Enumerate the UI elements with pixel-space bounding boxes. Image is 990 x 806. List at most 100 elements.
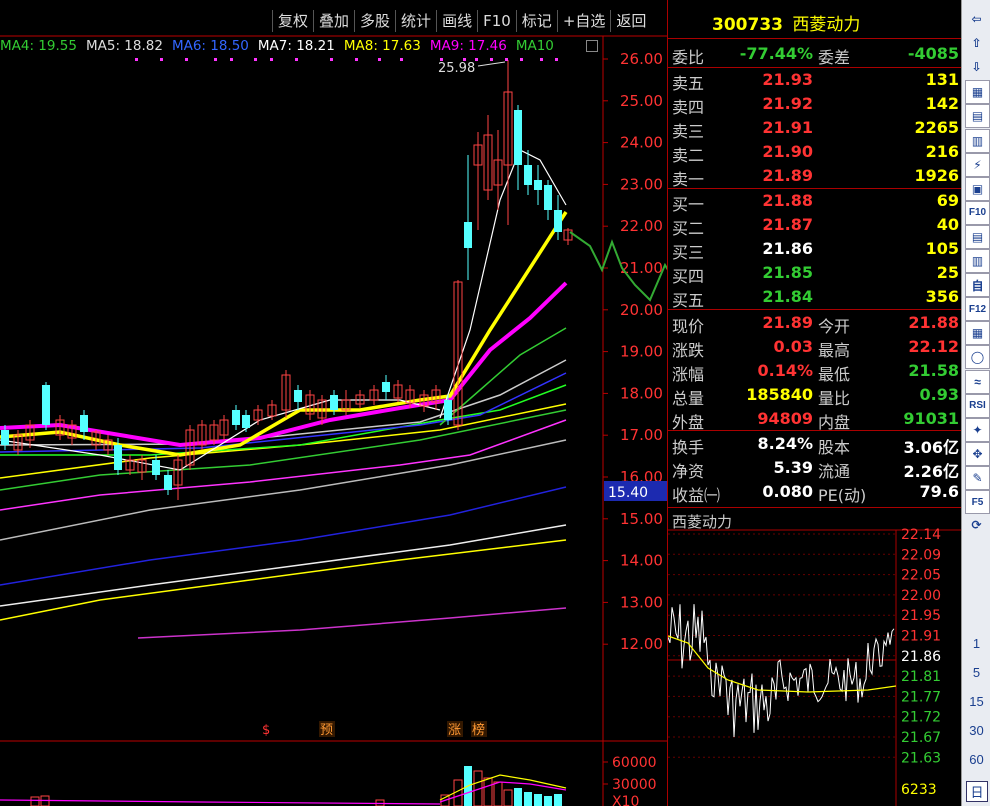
bid-level-label: 买五 <box>672 291 705 310</box>
ask-row[interactable]: 卖五 21.93 131 <box>668 68 961 93</box>
down-arrow-icon[interactable]: ⇩ <box>965 56 988 78</box>
legend-toggle[interactable] <box>586 40 598 52</box>
current-price-label: 15.40 <box>608 485 648 501</box>
ask-row[interactable]: 卖四 21.92 142 <box>668 92 961 117</box>
period-button[interactable]: 60 <box>962 752 990 767</box>
period-button[interactable]: 30 <box>962 723 990 738</box>
grid-icon[interactable]: ▦ <box>965 80 990 105</box>
multi-stock-button[interactable]: 多股 <box>354 10 395 32</box>
stat-value: 94809 <box>757 409 813 428</box>
weicha-label: 委差 <box>818 48 851 67</box>
ma-legend-item: MA5: 18.82 <box>85 38 163 54</box>
bid-row[interactable]: 买二 21.87 40 <box>668 213 961 238</box>
rsi-icon[interactable]: RSI <box>965 393 990 418</box>
star-icon[interactable]: ✦ <box>965 417 990 442</box>
candle-body <box>152 460 160 475</box>
stat-row[interactable]: 总量 185840 量比 0.93 <box>668 383 961 408</box>
ask-row[interactable]: 卖一 21.89 1926 <box>668 164 961 189</box>
box-icon[interactable]: ▣ <box>965 176 990 201</box>
intraday-canvas[interactable]: 22.14 22.09 22.05 22.00 21.95 21.91 21.86 21.81… <box>668 508 961 806</box>
candle-icon[interactable]: ⚡ <box>965 152 990 177</box>
ma-dot <box>463 58 466 61</box>
f5-icon[interactable]: F5 <box>965 490 990 514</box>
f10-button[interactable]: F10 <box>477 10 516 32</box>
f12-icon[interactable]: F12 <box>965 297 990 322</box>
f10-icon[interactable]: F10 <box>965 200 990 225</box>
stock-code: 300733 <box>712 15 783 35</box>
candle-body <box>444 400 452 420</box>
add-watchlist-button[interactable]: +自选 <box>556 10 611 32</box>
bid-row[interactable]: 买五 21.84 356 <box>668 285 961 310</box>
ma-dot <box>270 58 273 61</box>
bid-level-label: 买四 <box>672 267 705 286</box>
stat-value: 21.88 <box>908 313 959 332</box>
overlay-button[interactable]: 叠加 <box>313 10 354 32</box>
price-tick-label: 12.00 <box>620 635 663 653</box>
kline-chart[interactable]: 26.00 25.00 24.00 23.00 22.00 21.00 20.00 19.00… <box>0 0 667 806</box>
intraday-mini-chart[interactable]: 西菱动力 22.14 22.09 22.05 22.00 21.95 21.91 21.86… <box>668 508 961 806</box>
fundamental-row[interactable]: 换手 8.24% 股本 3.06亿 <box>668 432 961 457</box>
calendar-icon[interactable]: ▤ <box>965 224 990 249</box>
fuquan-button[interactable]: 复权 <box>272 10 313 32</box>
ma-dot <box>378 58 381 61</box>
ask-row[interactable]: 卖二 21.90 216 <box>668 140 961 165</box>
period-button[interactable]: 日 <box>966 781 988 802</box>
ma-dot <box>540 58 543 61</box>
price-tick-label: 26.00 <box>620 50 663 68</box>
draw-line-button[interactable]: 画线 <box>436 10 477 32</box>
volume-bar <box>493 781 503 806</box>
ask-price: 21.89 <box>762 166 813 185</box>
up-arrow-icon[interactable]: ⇧ <box>965 32 988 54</box>
stat-row[interactable]: 涨跌 0.03 最高 22.12 <box>668 335 961 360</box>
fundamental-row[interactable]: 净资 5.39 流通 2.26亿 <box>668 456 961 481</box>
high-price-label: 25.98 <box>438 61 475 76</box>
kline-canvas[interactable]: 26.0025.0024.0023.0022.0021.0020.0019.00… <box>0 0 667 806</box>
divider <box>668 430 961 431</box>
list-icon[interactable]: ▤ <box>965 104 990 129</box>
table-icon[interactable]: ▥ <box>965 249 990 273</box>
ma-legend-item: MA8: 17.63 <box>343 38 421 54</box>
stat-label: PE(动) <box>818 486 867 505</box>
stat-value: 0.14% <box>757 361 813 380</box>
weibi-value: -77.44% <box>739 44 813 63</box>
period-button[interactable]: 15 <box>962 694 990 709</box>
stat-row[interactable]: 外盘 94809 内盘 91031 <box>668 407 961 432</box>
event-marker: 榜 <box>472 722 485 738</box>
pie-icon[interactable]: ▦ <box>965 321 990 346</box>
price-tick-label: 22.00 <box>620 217 663 235</box>
bid-row[interactable]: 买三 21.86 105 <box>668 237 961 262</box>
period-button[interactable]: 1 <box>962 636 990 651</box>
move-icon[interactable]: ✥ <box>965 441 990 466</box>
stat-value: 185840 <box>746 385 813 404</box>
ask-price: 21.92 <box>762 94 813 113</box>
bid-row[interactable]: 买一 21.88 69 <box>668 189 961 214</box>
bid-level-label: 买一 <box>672 195 705 214</box>
pencil-icon[interactable]: ✎ <box>965 465 990 490</box>
bid-row[interactable]: 买四 21.85 25 <box>668 261 961 286</box>
ask-row[interactable]: 卖三 21.91 2265 <box>668 116 961 141</box>
bid-volume: 40 <box>936 215 959 234</box>
volume-bar <box>554 794 562 806</box>
ma-dot <box>475 58 478 61</box>
ma-dot <box>440 58 443 61</box>
volume-bar <box>503 789 513 806</box>
stat-row[interactable]: 现价 21.89 今开 21.88 <box>668 311 961 336</box>
volume-ma <box>0 799 441 805</box>
period-button[interactable]: 5 <box>962 665 990 680</box>
statistics-button[interactable]: 统计 <box>395 10 436 32</box>
weibi-row: 委比 -77.44% 委差 -4085 <box>668 42 961 67</box>
stat-row[interactable]: 涨幅 0.14% 最低 21.58 <box>668 359 961 384</box>
mark-button[interactable]: 标记 <box>515 10 557 32</box>
wave-icon[interactable]: ≈ <box>965 369 990 394</box>
ask-level-label: 卖四 <box>672 98 705 117</box>
back-button[interactable]: 返回 <box>610 10 651 32</box>
refresh-icon[interactable]: ⟳ <box>965 514 988 536</box>
candle-body <box>534 180 542 190</box>
chart-icon[interactable]: ▥ <box>965 128 990 153</box>
back-arrow-icon[interactable]: ⇦ <box>965 8 988 30</box>
self-icon[interactable]: 自 <box>965 273 990 298</box>
circle-icon[interactable]: ◯ <box>965 345 990 370</box>
ma-dot <box>135 58 138 61</box>
fundamental-row[interactable]: 收益㈠ 0.080 PE(动) 79.6 <box>668 480 961 505</box>
ask-price: 21.91 <box>762 118 813 137</box>
